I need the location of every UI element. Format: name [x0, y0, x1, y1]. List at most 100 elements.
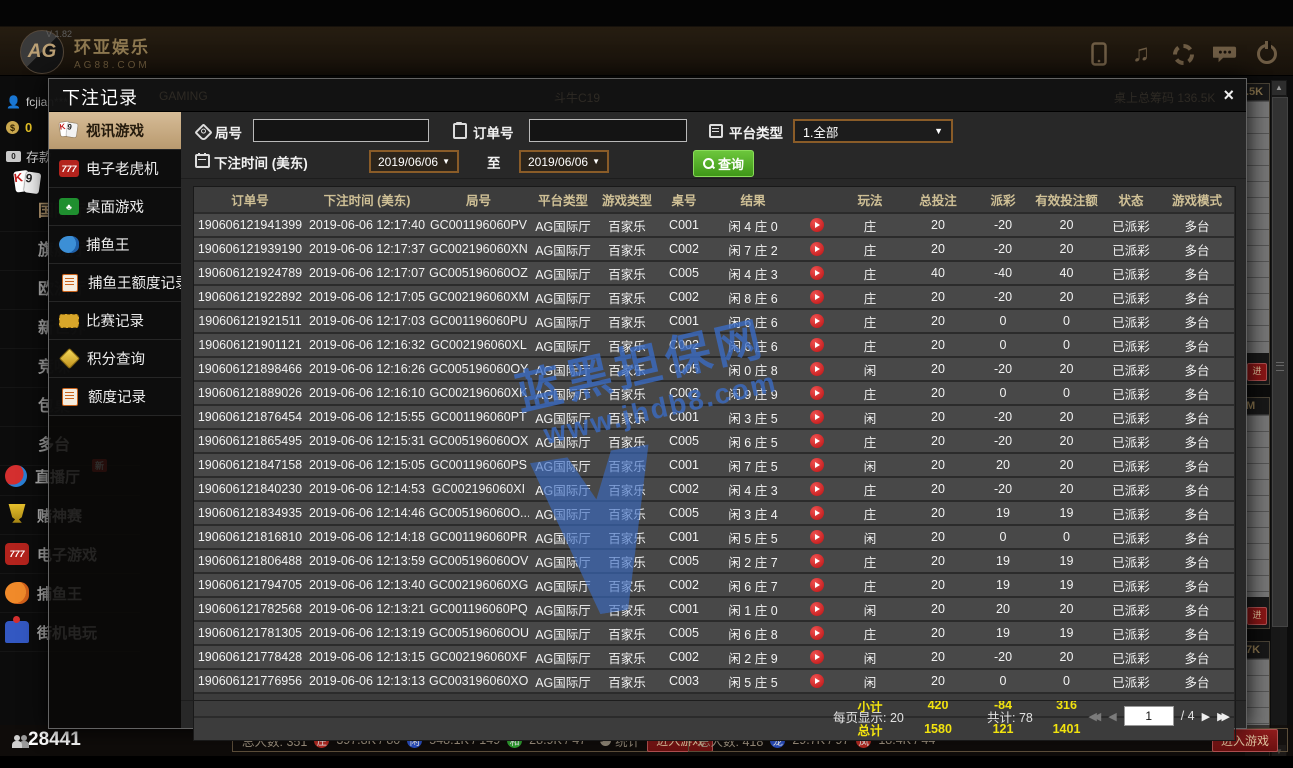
cards-icon: [59, 122, 79, 139]
col-table: 桌号: [657, 187, 711, 213]
table-row[interactable]: 1906061217947052019-06-06 12:13:40GC0021…: [194, 573, 1234, 597]
page-input[interactable]: [1124, 706, 1174, 726]
trophy-icon: [5, 504, 29, 526]
coin-icon: $: [6, 121, 19, 134]
table-row[interactable]: 1906061218402302019-06-06 12:14:53GC0021…: [194, 477, 1234, 501]
table-row[interactable]: 1906061219228922019-06-06 12:17:05GC0021…: [194, 285, 1234, 309]
modal-title: 下注记录: [62, 84, 138, 110]
prev-page-button[interactable]: ◀: [1108, 710, 1116, 723]
list-icon: [709, 124, 723, 138]
round-input[interactable]: [253, 119, 429, 142]
faint-table-text: 斗牛C19: [554, 89, 600, 106]
table-row[interactable]: 1906061218654952019-06-06 12:15:31GC0051…: [194, 429, 1234, 453]
play-video-icon[interactable]: [810, 506, 824, 520]
music-icon[interactable]: ♫: [1129, 42, 1153, 66]
power-icon[interactable]: [1255, 42, 1279, 66]
play-video-icon[interactable]: [810, 530, 824, 544]
table-row[interactable]: 1906061218890262019-06-06 12:16:10GC0021…: [194, 381, 1234, 405]
scroll-up-icon[interactable]: ▲: [1272, 81, 1286, 95]
enter-game-button[interactable]: 进: [1247, 363, 1267, 381]
table-row[interactable]: 1906061218471582019-06-06 12:15:05GC0011…: [194, 453, 1234, 477]
brand-subtitle: AG88.COM: [74, 60, 150, 71]
sidebar-item-slot[interactable]: 777电子老虎机: [49, 150, 181, 188]
play-video-icon[interactable]: [810, 386, 824, 400]
order-filter-label: 订单号: [473, 122, 514, 142]
date-to-dropdown[interactable]: 2019/06/06 ▼: [519, 150, 609, 173]
user-icon: 👤: [6, 95, 21, 109]
to-label: 至: [487, 152, 501, 172]
table-row[interactable]: 1906061218764542019-06-06 12:15:55GC0011…: [194, 405, 1234, 429]
sidebar-item-cards[interactable]: 视讯游戏: [49, 112, 181, 150]
play-video-icon[interactable]: [810, 362, 824, 376]
table-row[interactable]: 1906061219413992019-06-06 12:17:40GC0011…: [194, 213, 1234, 237]
slot-icon: 777: [59, 160, 79, 177]
table-row[interactable]: 1906061218349352019-06-06 12:14:46GC0051…: [194, 501, 1234, 525]
date-from-dropdown[interactable]: 2019/06/06 ▼: [369, 150, 459, 173]
play-video-icon[interactable]: [810, 314, 824, 328]
col-valid: 有效投注额: [1031, 187, 1102, 213]
play-video-icon[interactable]: [810, 410, 824, 424]
deposit-button[interactable]: 0 存款: [6, 147, 52, 166]
sidebar-item-gem[interactable]: 积分查询: [49, 340, 181, 378]
app-window: 👤 fcjian*** $ 0 0 存款 国际厅旗舰厅欧洲厅新世界竞咪包桌多台 …: [0, 0, 1293, 768]
table-row[interactable]: 1906061217813052019-06-06 12:13:19GC0051…: [194, 621, 1234, 645]
play-video-icon[interactable]: [810, 218, 824, 232]
play-video-icon[interactable]: [810, 602, 824, 616]
col-round: 局号: [428, 187, 529, 213]
table-row[interactable]: 1906061217769562019-06-06 12:13:13GC0031…: [194, 669, 1234, 693]
faint-gaming-text: GAMING: [159, 89, 208, 103]
chevron-down-icon: ▼: [934, 126, 943, 136]
first-page-button[interactable]: ◀◀: [1088, 710, 1101, 723]
platform-select[interactable]: 1.全部 ▼: [793, 119, 953, 143]
bet-table: 订单号 下注时间 (美东) 局号 平台类型 游戏类型 桌号 结果 玩法 总投注 …: [194, 187, 1234, 740]
table-row[interactable]: 1906061218168102019-06-06 12:14:18GC0011…: [194, 525, 1234, 549]
play-video-icon[interactable]: [810, 338, 824, 352]
table-row[interactable]: 1906061217784282019-06-06 12:13:15GC0021…: [194, 645, 1234, 669]
enter-game-button[interactable]: 进: [1247, 607, 1267, 625]
last-page-button[interactable]: ▶▶: [1217, 710, 1230, 723]
scrollbar-thumb[interactable]: [1272, 97, 1288, 627]
table-row[interactable]: 1906061218064882019-06-06 12:13:59GC0051…: [194, 549, 1234, 573]
sidebar-item-doc[interactable]: 额度记录: [49, 378, 181, 416]
lobby-table-card[interactable]: M进: [1245, 397, 1270, 629]
lobby-scrollbar[interactable]: ▲ ▼: [1271, 80, 1287, 760]
next-page-button[interactable]: ▶: [1202, 710, 1210, 723]
table-row[interactable]: 1906061219247892019-06-06 12:17:07GC0051…: [194, 261, 1234, 285]
col-side: 玩法: [839, 187, 901, 213]
order-input[interactable]: [529, 119, 687, 142]
play-video-icon[interactable]: [810, 434, 824, 448]
platform-filter-label: 平台类型: [729, 122, 783, 142]
table-row[interactable]: 1906061218984662019-06-06 12:16:26GC0051…: [194, 357, 1234, 381]
play-video-icon[interactable]: [810, 458, 824, 472]
table-row[interactable]: 1906061217825682019-06-06 12:13:21GC0011…: [194, 597, 1234, 621]
play-video-icon[interactable]: [810, 554, 824, 568]
query-button[interactable]: 查询: [693, 150, 754, 177]
table-row[interactable]: 1906061219391902019-06-06 12:17:37GC0021…: [194, 237, 1234, 261]
play-video-icon[interactable]: [810, 650, 824, 664]
play-video-icon[interactable]: [810, 242, 824, 256]
play-video-icon[interactable]: [810, 290, 824, 304]
play-video-icon[interactable]: [810, 482, 824, 496]
col-platform: 平台类型: [529, 187, 597, 213]
close-icon[interactable]: ×: [1223, 85, 1234, 105]
per-page-label: 每页显示: 20: [833, 707, 904, 726]
sidebar-item-ticket[interactable]: 比赛记录: [49, 302, 181, 340]
sidebar-item-gcards[interactable]: ♣桌面游戏: [49, 188, 181, 226]
calendar-icon: [195, 154, 210, 168]
table-row[interactable]: 1906061219011212019-06-06 12:16:32GC0021…: [194, 333, 1234, 357]
play-video-icon[interactable]: [810, 578, 824, 592]
sidebar-item-doc[interactable]: 捕鱼王额度记录: [49, 264, 181, 302]
col-mode: 游戏模式: [1160, 187, 1234, 213]
col-play: [795, 187, 839, 213]
sidebar-item-fish[interactable]: 捕鱼王: [49, 226, 181, 264]
filter-panel: 局号 订单号 平台类型 1.全部 ▼ 下注时间 (美东) 2019/06/06: [181, 112, 1246, 179]
play-video-icon[interactable]: [810, 626, 824, 640]
doc-icon: [62, 388, 78, 406]
play-video-icon[interactable]: [810, 266, 824, 280]
chat-icon[interactable]: [1213, 42, 1237, 66]
settings-gear-icon[interactable]: [1171, 42, 1195, 66]
lobby-table-card[interactable]: .5K进: [1245, 83, 1270, 385]
play-video-icon[interactable]: [810, 674, 824, 688]
mobile-icon[interactable]: [1087, 42, 1111, 66]
table-row[interactable]: 1906061219215112019-06-06 12:17:03GC0011…: [194, 309, 1234, 333]
